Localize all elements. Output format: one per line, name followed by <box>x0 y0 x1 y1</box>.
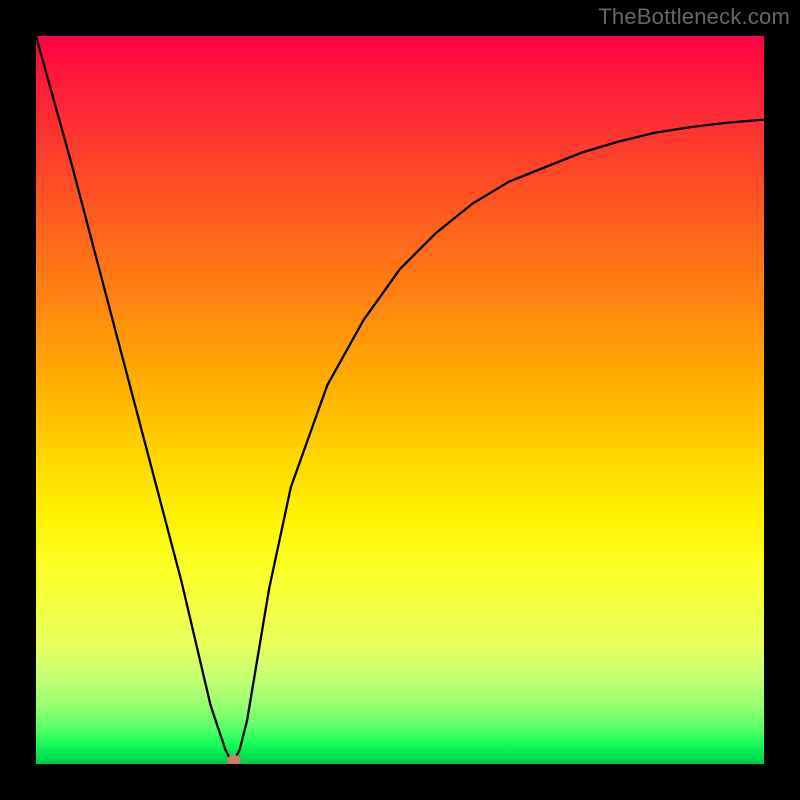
chart-frame: TheBottleneck.com <box>0 0 800 800</box>
plot-area <box>36 36 764 764</box>
bottleneck-curve <box>36 36 764 764</box>
watermark-text: TheBottleneck.com <box>598 4 790 30</box>
